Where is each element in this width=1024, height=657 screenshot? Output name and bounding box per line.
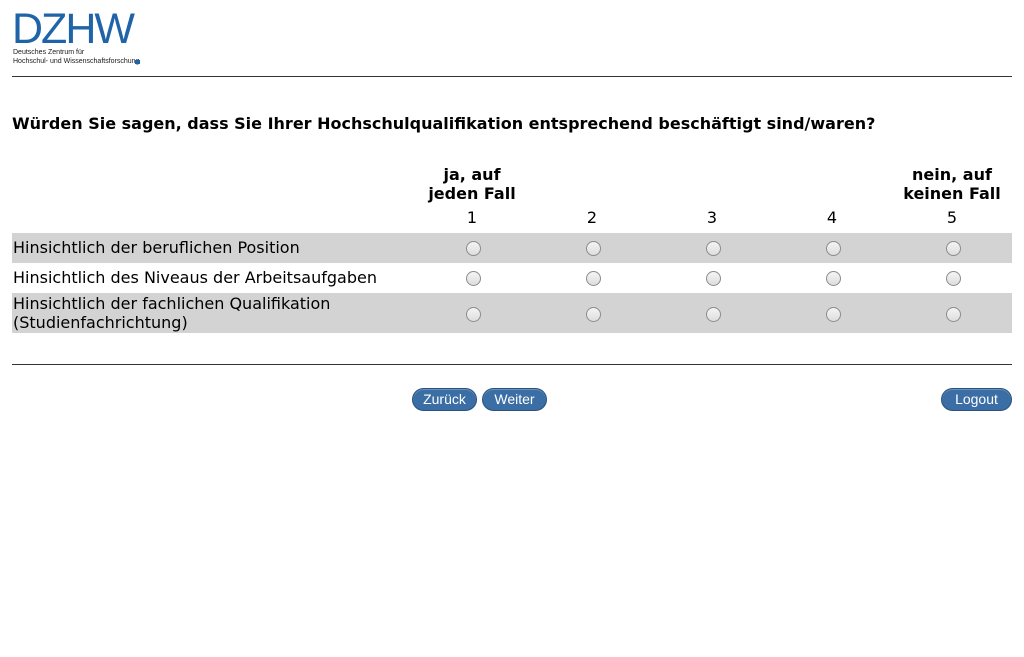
back-button[interactable]: Zurück [412,388,477,411]
next-button[interactable]: Weiter [482,388,547,411]
radio-option-3[interactable] [706,241,721,256]
matrix-row-qualifikation: Hinsichtlich der fachlichen Qualifikatio… [12,293,1012,333]
scale-anchor-right-line2: keinen Fall [903,184,1001,203]
radio-option-1[interactable] [466,271,481,286]
logo-subtitle-line1: Deutsches Zentrum für [13,49,85,56]
logout-button[interactable]: Logout [941,388,1012,411]
radio-option-4[interactable] [826,241,841,256]
logo-wordmark: DZHW [12,5,135,53]
dzhw-logo: DZHW Deutsches Zentrum für Hochschul- un… [12,5,147,68]
footer-divider [12,364,1012,365]
radio-option-2[interactable] [586,271,601,286]
radio-option-3[interactable] [706,307,721,322]
radio-option-1[interactable] [466,241,481,256]
row-label: Hinsichtlich der beruflichen Position [13,238,300,257]
radio-option-2[interactable] [586,241,601,256]
scale-point-3: 3 [706,208,718,227]
row-label-line2: (Studienfachrichtung) [13,313,188,332]
scale-point-4: 4 [826,208,838,227]
radio-option-2[interactable] [586,307,601,322]
row-label: Hinsichtlich des Niveaus der Arbeitsaufg… [13,268,377,287]
scale-anchor-right: nein, auf keinen Fall [882,165,1022,203]
radio-option-5[interactable] [946,307,961,322]
row-label-line1: Hinsichtlich der fachlichen Qualifikatio… [13,294,331,313]
scale-point-5: 5 [946,208,958,227]
scale-anchor-left-line1: ja, auf [443,165,501,184]
radio-option-3[interactable] [706,271,721,286]
row-label: Hinsichtlich der fachlichen Qualifikatio… [13,294,330,332]
scale-point-1: 1 [466,208,478,227]
question-text: Würden Sie sagen, dass Sie Ihrer Hochsch… [12,114,876,133]
matrix-row-position: Hinsichtlich der beruflichen Position [12,233,1012,263]
scale-point-2: 2 [586,208,598,227]
radio-option-4[interactable] [826,271,841,286]
logo-subtitle: Deutsches Zentrum für Hochschul- und Wis… [13,48,139,66]
scale-anchor-left: ja, auf jeden Fall [402,165,542,203]
header-divider [12,76,1012,77]
radio-option-4[interactable] [826,307,841,322]
scale-anchor-left-line2: jeden Fall [428,184,516,203]
logo-square-mark [135,60,140,64]
radio-option-5[interactable] [946,241,961,256]
logo-subtitle-line2: Hochschul- und Wissenschaftsforschung [13,58,140,65]
scale-anchor-right-line1: nein, auf [912,165,992,184]
radio-option-1[interactable] [466,307,481,322]
matrix-row-niveau: Hinsichtlich des Niveaus der Arbeitsaufg… [12,263,1012,293]
radio-option-5[interactable] [946,271,961,286]
